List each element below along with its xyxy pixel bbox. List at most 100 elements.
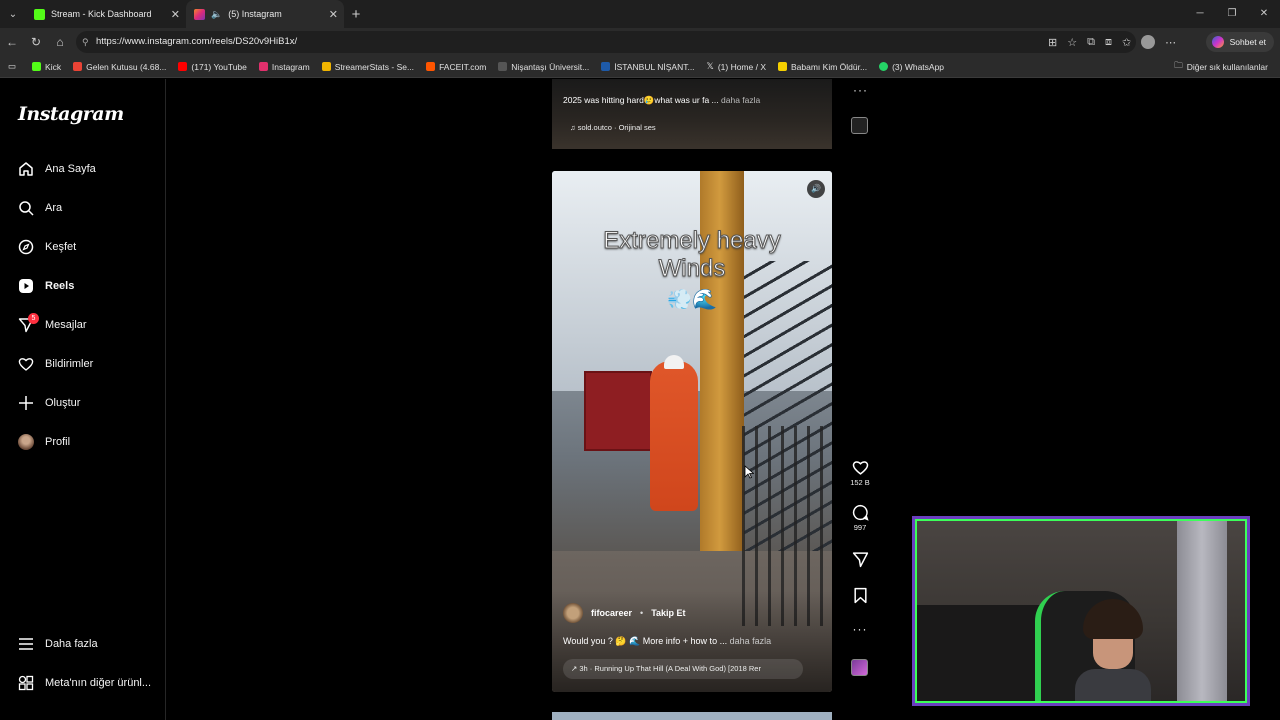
bookmark-instagram[interactable]: Instagram [253,62,316,72]
previous-reel-caption[interactable]: 2025 was hitting hard🥲what was ur fa ...… [563,95,760,106]
bookmarks-toggle-icon[interactable]: ▭ [0,61,26,72]
bookmark-whatsapp[interactable]: (3) WhatsApp [873,62,950,72]
messenger-icon: 5 [18,313,39,333]
author-avatar[interactable] [563,603,583,623]
bookmark-label: FACEIT.com [439,61,487,72]
speaker-icon[interactable]: 🔈 [211,9,222,20]
chat-label: Sohbet et [1229,37,1266,47]
home-button-icon[interactable]: ⌂ [48,35,72,49]
profile-icon[interactable] [1141,35,1156,49]
overlay-emoji: 💨🌊 [667,289,717,311]
favorites-icon[interactable]: ✩ [1122,36,1131,49]
bookmark-label: Nişantaşı Üniversit... [511,61,590,72]
author-username[interactable]: fifocareer [591,608,632,618]
bookmark-label: İSTANBUL NİŞANT... [614,61,695,72]
restore-icon[interactable]: ❐ [1216,0,1248,28]
plus-icon [18,395,34,411]
nav-more[interactable]: Daha fazla [18,636,98,652]
more-link[interactable]: daha fazla [721,95,760,105]
meta-apps-icon [18,675,34,691]
bookmark-x[interactable]: 𝕏 (1) Home / X [701,61,772,72]
nav-profile[interactable]: Profil [18,434,70,450]
favorite-star-icon[interactable]: ☆ [1067,36,1077,49]
bookmark-istanbul-nisantasi[interactable]: İSTANBUL NİŞANT... [595,62,700,72]
split-screen-icon[interactable]: ⧈ [1105,36,1112,49]
reel-caption[interactable]: Would you ? 🤔 🌊 More info + how to ... d… [563,636,771,647]
whatsapp-icon [879,62,889,71]
app-icon[interactable]: ⊞ [1048,36,1057,49]
webcam-overlay [912,516,1250,706]
kick-icon [32,62,42,71]
back-icon[interactable]: ← [0,35,24,49]
nav-search[interactable]: Ara [18,200,62,216]
nav-label: Ara [45,202,63,214]
minimize-icon[interactable]: ─ [1184,0,1216,28]
close-tab-icon[interactable]: ✕ [329,8,338,21]
caption-text: 2025 was hitting hard🥲what was ur fa ... [563,95,719,105]
tab-list-button[interactable]: ⌄ [0,0,26,28]
bookmark-nisantasi[interactable]: Nişantaşı Üniversit... [492,62,595,72]
nav-meta-products[interactable]: Meta'nın diğer ürünl... [18,675,151,691]
instagram-page: Instagram Ana Sayfa Ara Keşfet Reels 5 M… [0,79,1280,720]
previous-reel[interactable]: 2025 was hitting hard🥲what was ur fa ...… [552,79,832,149]
extensions-icon[interactable]: ⧉ [1087,36,1095,49]
bookmark-label: (1) Home / X [717,61,766,72]
bookmarks-bar: ▭ Kick Gelen Kutusu (4.68... (171) YouTu… [0,56,1280,78]
nav-label: Profil [45,436,71,448]
bookmark-kick[interactable]: Kick [26,62,67,72]
streamerstats-icon [321,62,331,71]
istanbul-nisantasi-icon [601,62,611,71]
bookmark-streamerstats[interactable]: StreamerStats - Se... [316,62,420,72]
nav-home[interactable]: Ana Sayfa [18,161,96,177]
copilot-chat-button[interactable]: Sohbet et [1205,32,1274,52]
nav-notifications[interactable]: Bildirimler [18,356,93,372]
nav-explore[interactable]: Keşfet [18,239,76,255]
comment-count: 997 [853,523,867,532]
reload-icon[interactable]: ↻ [24,35,48,49]
nav-reels[interactable]: Reels [18,278,74,294]
music-note-icon: ♫ [570,123,578,132]
next-reel[interactable] [552,712,832,720]
site-info-icon[interactable]: ⚲ [82,31,89,53]
audio-text: ↗ 3h · Running Up That Hill (A Deal With… [571,664,761,673]
previous-reel-audio[interactable]: ♫ sold.outco · Orijinal ses [570,123,656,132]
audio-thumbnail[interactable] [851,117,868,134]
more-options-icon[interactable]: ··· [846,622,874,636]
nav-create[interactable]: Oluştur [18,395,80,411]
address-toolbar: ← ↻ ⌂ ⚲ https://www.instagram.com/reels/… [0,28,1280,56]
close-tab-icon[interactable]: ✕ [171,8,180,21]
like-button[interactable]: 152 B [846,459,874,487]
bookmark-youtube[interactable]: (171) YouTube [172,62,252,72]
more-options-icon[interactable]: ··· [853,83,868,97]
like-count: 152 B [850,478,870,487]
save-button[interactable] [846,587,874,604]
audio-thumbnail[interactable] [851,659,868,676]
bookmark-label: StreamerStats - Se... [334,61,415,72]
bookmark-label: (3) WhatsApp [892,61,945,72]
mouse-cursor-icon [744,465,754,479]
menu-dots-icon[interactable]: ⋯ [1165,36,1176,49]
copilot-icon [1211,36,1224,48]
bookmark-gmail[interactable]: Gelen Kutusu (4.68... [67,62,172,72]
nav-label: Ana Sayfa [45,163,96,175]
more-link[interactable]: daha fazla [730,636,772,646]
follow-button[interactable]: Takip Et [651,608,685,618]
nav-messages[interactable]: 5 Mesajlar [18,313,87,333]
bookmark-faceit[interactable]: FACEIT.com [420,62,492,72]
nav-label: Reels [45,280,75,292]
other-bookmarks[interactable]: 🗀 Diğer sık kullanılanlar [1174,56,1268,78]
share-button[interactable] [846,551,874,568]
new-tab-button[interactable]: + [344,6,368,23]
volume-icon[interactable]: 🔊 [807,180,825,198]
caption-text: Would you ? 🤔 🌊 More info + how to ... [563,636,728,646]
instagram-logo[interactable]: Instagram [18,103,124,125]
compass-icon [18,239,34,255]
tab-instagram[interactable]: 🔈 (5) Instagram ✕ [186,0,344,28]
tab-kick-dashboard[interactable]: Stream - Kick Dashboard ✕ [26,0,186,28]
message-badge: 5 [28,313,39,324]
reel-audio[interactable]: ↗ 3h · Running Up That Hill (A Deal With… [563,659,803,679]
bookmark-babami[interactable]: Babamı Kim Öldür... [772,62,873,72]
close-window-icon[interactable]: ✕ [1248,0,1280,28]
url-field[interactable]: ⚲ https://www.instagram.com/reels/DS20v9… [76,31,1136,53]
comment-button[interactable]: 997 [846,504,874,532]
